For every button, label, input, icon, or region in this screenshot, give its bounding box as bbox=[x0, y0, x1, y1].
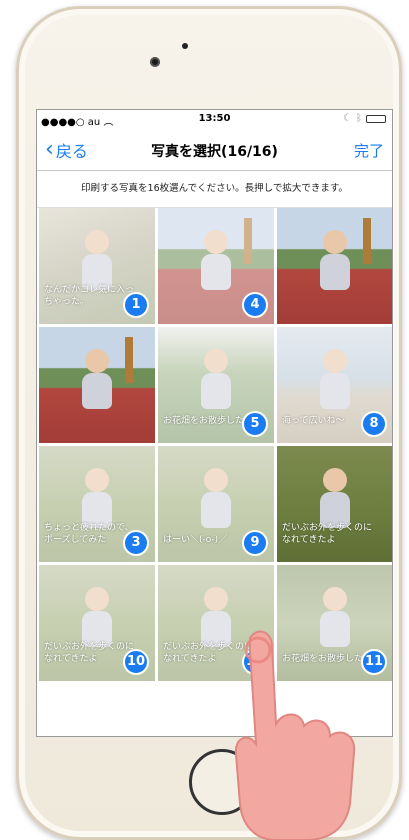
battery-icon bbox=[366, 114, 386, 123]
child-head bbox=[323, 230, 347, 254]
photo-cell[interactable] bbox=[277, 208, 392, 324]
selection-number-badge: 3 bbox=[123, 530, 149, 556]
selection-number-badge: 1 bbox=[123, 292, 149, 318]
child-body bbox=[82, 373, 112, 409]
selection-number-badge: 4 bbox=[242, 292, 268, 318]
selection-number-badge: 5 bbox=[242, 411, 268, 437]
photo-caption: ちょっと疲れたので、ポーズしてみた bbox=[44, 523, 134, 545]
photo-cell[interactable]: だいぶお外を歩くのになれてきたよ bbox=[277, 446, 392, 562]
selection-number-badge: 11 bbox=[361, 649, 387, 675]
selection-number-badge: 8 bbox=[361, 411, 387, 437]
photo-cell[interactable]: 4 bbox=[158, 208, 274, 324]
navigation-bar: ‹ 戻る 写真を選択(16/16) 完了 bbox=[37, 128, 392, 171]
photo-caption: なんだかコレ気に入っちゃった。 bbox=[44, 285, 135, 307]
status-right: ☾ ᛒ bbox=[343, 113, 386, 124]
photo-caption: はーい＼(-o-)／ bbox=[163, 535, 228, 545]
front-camera bbox=[150, 57, 160, 67]
photo-caption: 海って広いね〜 bbox=[282, 416, 345, 426]
selection-number-badge: 10 bbox=[123, 649, 149, 675]
photo-caption: お花畑をお散歩したよ bbox=[163, 416, 254, 426]
status-time: 13:50 bbox=[198, 113, 231, 124]
speaker bbox=[182, 43, 188, 49]
photo-caption: だいぶお外を歩くのになれてきたよ bbox=[44, 642, 135, 664]
photo-cell[interactable]: ちょっと疲れたので、ポーズしてみた 3 bbox=[39, 446, 155, 562]
done-button[interactable]: 完了 bbox=[354, 140, 384, 161]
photo-cell[interactable]: なんだかコレ気に入っちゃった。 1 bbox=[39, 208, 155, 324]
photo-cell[interactable]: お花畑をお散歩したよ 5 bbox=[158, 327, 274, 443]
moon-icon: ☾ bbox=[343, 113, 352, 124]
child-head bbox=[85, 349, 109, 373]
photo-cell[interactable]: はーい＼(-o-)／ 9 bbox=[158, 446, 274, 562]
child-head bbox=[323, 468, 347, 492]
selection-number-badge: 9 bbox=[242, 530, 268, 556]
giraffe-statue bbox=[363, 218, 371, 264]
status-bar: ●●●●○ au ︵ 13:50 ☾ ᛒ bbox=[37, 110, 392, 128]
bluetooth-icon: ᛒ bbox=[356, 113, 362, 124]
photo-caption: だいぶお外を歩くのになれてきたよ bbox=[282, 523, 373, 545]
photo-cell[interactable]: だいぶお外を歩くのになれてきたよ 10 bbox=[39, 565, 155, 681]
page-title: 写真を選択(16/16) bbox=[151, 144, 278, 160]
child-body bbox=[320, 254, 350, 290]
photo-cell[interactable] bbox=[39, 327, 155, 443]
pointing-hand-illustration bbox=[234, 630, 356, 840]
giraffe-statue bbox=[125, 337, 133, 383]
photo-cell[interactable]: 海って広いね〜 8 bbox=[277, 327, 392, 443]
instruction-text: 印刷する写真を16枚選んでください。長押しで拡大できます。 bbox=[37, 171, 392, 208]
